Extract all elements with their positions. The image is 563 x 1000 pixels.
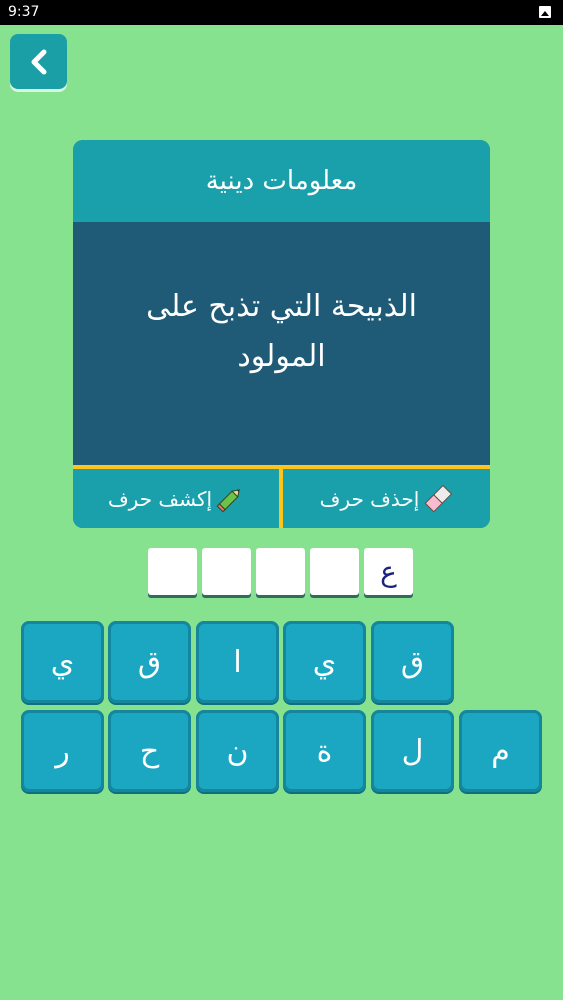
chevron-left-icon <box>31 49 46 74</box>
image-icon <box>539 6 551 18</box>
answer-box[interactable]: ع <box>364 548 413 595</box>
letter-tile[interactable]: ر <box>21 710 104 792</box>
letter-tile[interactable]: ح <box>108 710 191 792</box>
eraser-icon <box>424 484 453 512</box>
letter-tile[interactable]: ل <box>371 710 454 792</box>
letter-tile[interactable]: ي <box>21 621 104 703</box>
question-card: معلومات دينية الذبيحة التي تذبح على المو… <box>73 140 490 528</box>
letter-tile[interactable]: ي <box>283 621 366 703</box>
answer-box[interactable] <box>256 548 305 595</box>
answer-box[interactable] <box>148 548 197 595</box>
letter-tile[interactable]: ا <box>196 621 279 703</box>
question-area: الذبيحة التي تذبح على المولود <box>73 222 490 465</box>
answer-box[interactable] <box>202 548 251 595</box>
back-button[interactable] <box>10 34 67 89</box>
letter-tile[interactable]: ق <box>371 621 454 703</box>
delete-letter-button[interactable]: إحذف حرف <box>283 469 490 528</box>
question-text: الذبيحة التي تذبح على المولود <box>146 289 417 374</box>
category-title: معلومات دينية <box>205 166 358 196</box>
answer-box[interactable] <box>310 548 359 595</box>
status-bar: 9:37 <box>0 0 563 25</box>
letter-tile[interactable]: م <box>459 710 542 792</box>
answer-row: ع <box>148 548 416 596</box>
reveal-letter-label: إكشف حرف <box>107 486 213 511</box>
letter-tile[interactable]: ق <box>108 621 191 703</box>
letter-tile[interactable]: ن <box>196 710 279 792</box>
delete-letter-label: إحذف حرف <box>319 486 420 511</box>
card-footer: إكشف حرف إحذف حرف <box>73 465 490 528</box>
category-header: معلومات دينية <box>73 140 490 222</box>
status-time: 9:37 <box>8 4 40 20</box>
letter-tile[interactable]: ة <box>283 710 366 792</box>
reveal-letter-button[interactable]: إكشف حرف <box>73 469 279 528</box>
pencil-icon <box>216 488 240 512</box>
